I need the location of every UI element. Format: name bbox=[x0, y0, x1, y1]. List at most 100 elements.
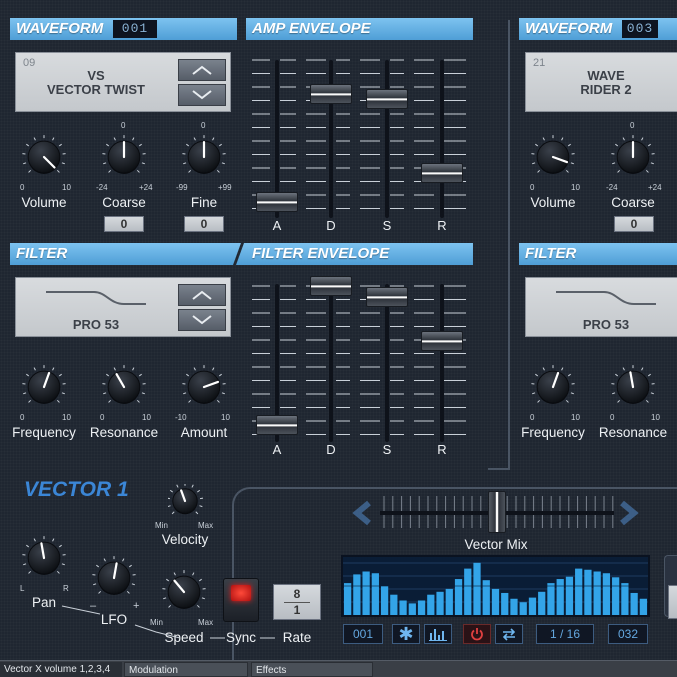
frequency-knob-1[interactable] bbox=[22, 365, 66, 409]
amount-min-label: -10 bbox=[175, 413, 187, 422]
sequencer-display[interactable] bbox=[341, 555, 650, 617]
filter-down-button[interactable] bbox=[178, 309, 226, 331]
seq-step-number[interactable]: 001 bbox=[343, 624, 383, 644]
fine-value[interactable]: 0 bbox=[184, 216, 224, 232]
amount-knob-1[interactable] bbox=[182, 365, 226, 409]
waveform-number: 001 bbox=[113, 20, 157, 38]
waveform-up-button[interactable] bbox=[178, 59, 226, 81]
coarse-value[interactable]: 0 bbox=[104, 216, 144, 232]
chevron-down-icon bbox=[192, 90, 212, 100]
seq-bar[interactable] bbox=[602, 573, 611, 615]
chevron-left-icon[interactable] bbox=[351, 500, 375, 526]
sequencer-bars bbox=[343, 562, 648, 616]
velocity-knob[interactable] bbox=[166, 482, 204, 518]
sync-led-icon bbox=[231, 585, 251, 601]
frequency-knob-3[interactable] bbox=[531, 365, 575, 409]
resonance-min-label: 0 bbox=[100, 413, 105, 422]
seq-bar[interactable] bbox=[556, 579, 564, 615]
seq-bar[interactable] bbox=[427, 594, 435, 615]
sync-button[interactable] bbox=[223, 578, 259, 622]
seq-page[interactable]: 1 / 16 bbox=[536, 624, 594, 644]
amp-envelope-title: AMP ENVELOPE bbox=[252, 20, 371, 37]
waveform-title-3: WAVEFORM bbox=[525, 20, 613, 37]
seq-bar[interactable] bbox=[362, 571, 370, 616]
pan-knob[interactable] bbox=[22, 536, 66, 580]
waveform-display-1[interactable]: 09 VS VECTOR TWIST bbox=[15, 52, 231, 112]
seq-length[interactable]: 032 bbox=[608, 624, 648, 644]
fenv-release-fader[interactable] bbox=[421, 331, 463, 351]
seq-bar[interactable] bbox=[575, 568, 583, 615]
seq-bar[interactable] bbox=[436, 591, 444, 615]
seq-bar[interactable] bbox=[445, 588, 453, 615]
knob-icon bbox=[531, 365, 575, 404]
resonance-knob-1[interactable] bbox=[102, 365, 146, 409]
filter-up-button[interactable] bbox=[178, 284, 226, 306]
filter-display-1[interactable]: PRO 53 bbox=[15, 277, 231, 337]
seq-bar[interactable] bbox=[584, 569, 592, 615]
seq-bar[interactable] bbox=[454, 579, 463, 615]
seq-bar[interactable] bbox=[491, 588, 500, 615]
seq-bar[interactable] bbox=[399, 600, 407, 616]
vector-mix-label: Vector Mix bbox=[464, 537, 528, 552]
seq-randomize-button[interactable]: ✱ bbox=[392, 624, 420, 644]
vector-title: VECTOR 1 bbox=[24, 478, 129, 501]
seq-bar[interactable] bbox=[344, 583, 352, 615]
seq-bar[interactable] bbox=[380, 586, 389, 615]
seq-bar[interactable] bbox=[390, 594, 398, 615]
vector-mix-fader[interactable] bbox=[488, 491, 506, 533]
seq-bar[interactable] bbox=[538, 591, 546, 615]
coarse-knob-3[interactable] bbox=[611, 135, 655, 179]
lfo-knob[interactable] bbox=[92, 556, 136, 600]
waveform-down-button[interactable] bbox=[178, 84, 226, 106]
seq-bar[interactable] bbox=[519, 602, 527, 615]
amp-release-fader[interactable] bbox=[421, 163, 463, 183]
seq-bar[interactable] bbox=[528, 597, 537, 615]
asterisk-icon: ✱ bbox=[398, 624, 414, 644]
seq-bar[interactable] bbox=[510, 598, 518, 615]
waveform-preset-number-3: 21 bbox=[533, 57, 546, 69]
resonance-label: Resonance bbox=[89, 425, 159, 440]
seq-loop-button[interactable] bbox=[495, 624, 523, 644]
fenv-sustain-fader[interactable] bbox=[366, 287, 408, 307]
amp-attack-fader[interactable] bbox=[256, 192, 298, 212]
volume-knob-3[interactable] bbox=[531, 135, 575, 179]
resonance-knob-3[interactable] bbox=[611, 365, 655, 409]
seq-bar[interactable] bbox=[371, 573, 379, 615]
seq-power-button[interactable] bbox=[463, 624, 491, 644]
seq-bar[interactable] bbox=[621, 583, 629, 615]
seq-bar[interactable] bbox=[417, 600, 426, 616]
fenv-attack-fader[interactable] bbox=[256, 415, 298, 435]
seq-bar[interactable] bbox=[593, 571, 601, 616]
seq-bar[interactable] bbox=[473, 562, 481, 615]
seq-bar[interactable] bbox=[565, 576, 574, 615]
amount-label: Amount bbox=[180, 425, 228, 440]
seq-bar[interactable] bbox=[639, 598, 647, 615]
fenv-decay-fader[interactable] bbox=[310, 276, 352, 296]
seq-bar[interactable] bbox=[353, 574, 361, 615]
seq-bar[interactable] bbox=[547, 583, 555, 615]
tab-modulation[interactable]: Modulation bbox=[124, 662, 248, 677]
amp-sustain-fader[interactable] bbox=[366, 89, 408, 109]
amp-decay-fader[interactable] bbox=[310, 84, 352, 104]
coarse-value-3[interactable]: 0 bbox=[614, 216, 654, 232]
tab-effects[interactable]: Effects bbox=[251, 662, 373, 677]
seq-bar[interactable] bbox=[630, 592, 638, 615]
rate-numerator: 8 bbox=[293, 587, 301, 601]
volume-knob-1[interactable] bbox=[22, 135, 66, 179]
seq-bar[interactable] bbox=[482, 580, 490, 615]
rate-display[interactable]: 8 1 bbox=[273, 584, 321, 620]
fine-knob-1[interactable] bbox=[182, 135, 226, 179]
filter-display-3[interactable]: PRO 53 bbox=[525, 277, 677, 337]
amount-max-label: 10 bbox=[221, 413, 230, 422]
seq-bar[interactable] bbox=[612, 577, 620, 615]
seq-bar[interactable] bbox=[501, 592, 509, 615]
power-icon bbox=[471, 628, 483, 641]
waveform-name-line1: VS bbox=[87, 68, 105, 83]
seq-bar[interactable] bbox=[464, 568, 472, 615]
chevron-right-icon[interactable] bbox=[616, 500, 640, 526]
seq-bar[interactable] bbox=[408, 603, 416, 615]
coarse-knob-1[interactable] bbox=[102, 135, 146, 179]
waveform-display-3[interactable]: 21 WAVE RIDER 2 bbox=[525, 52, 677, 112]
partial-button-right[interactable] bbox=[668, 585, 677, 619]
seq-bars-button[interactable] bbox=[424, 624, 452, 644]
